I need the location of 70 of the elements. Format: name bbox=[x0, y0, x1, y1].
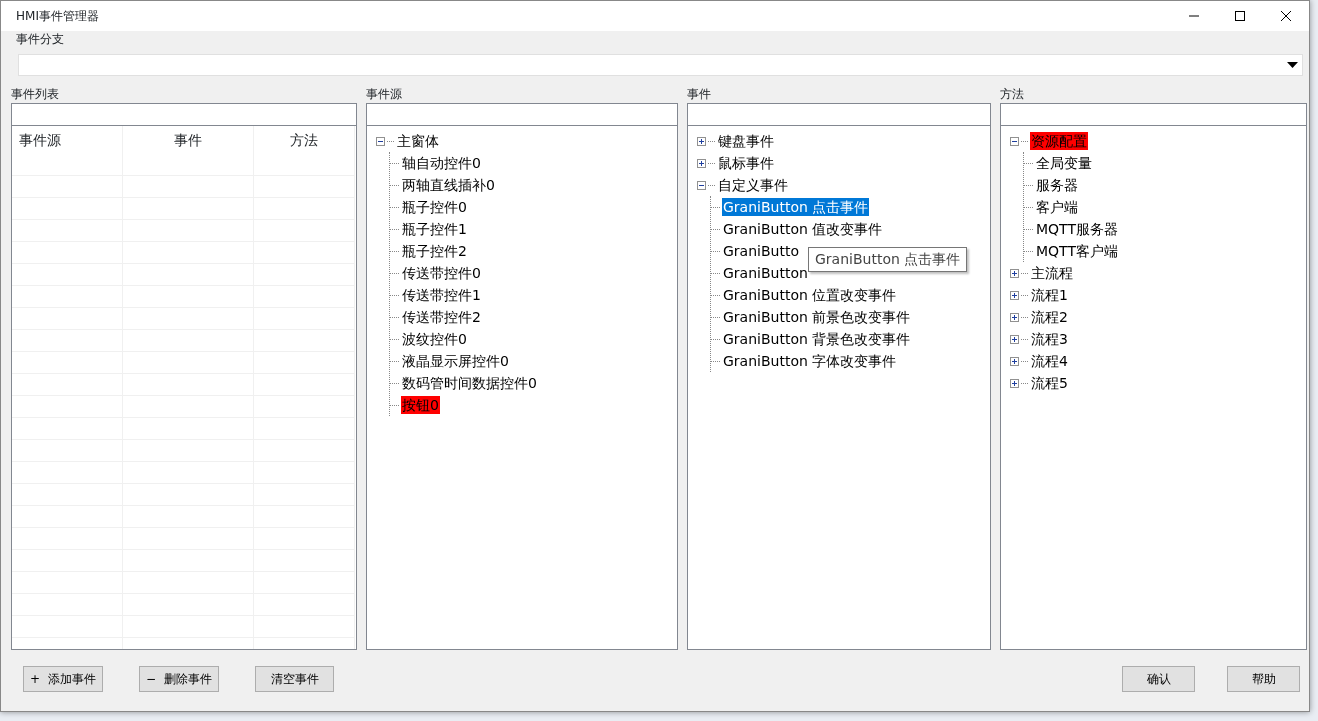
expand-icon[interactable] bbox=[697, 136, 706, 146]
window-title: HMI事件管理器 bbox=[16, 8, 99, 25]
maximize-icon bbox=[1235, 11, 1245, 21]
filter-field[interactable] bbox=[687, 103, 991, 126]
tree-item[interactable]: 数码管时间数据控件0 bbox=[401, 374, 538, 392]
tree-item[interactable]: 传送带控件0 bbox=[401, 264, 482, 282]
collapse-icon[interactable] bbox=[376, 136, 385, 146]
tree-item[interactable]: 流程5 bbox=[1030, 374, 1069, 392]
action-button[interactable]: + 添加事件 bbox=[23, 666, 104, 692]
tree-item[interactable]: 流程4 bbox=[1030, 352, 1069, 370]
tree-item[interactable]: 两轴直线插补0 bbox=[401, 176, 496, 194]
tree-item[interactable]: 全局变量 bbox=[1035, 154, 1093, 172]
tree-item[interactable]: 瓶子控件0 bbox=[401, 198, 468, 216]
tree-item[interactable]: 按钮0 bbox=[401, 396, 440, 414]
column-header[interactable]: 事件源 bbox=[12, 126, 123, 154]
filter-field[interactable] bbox=[1000, 103, 1307, 126]
tooltip: GraniButton 点击事件 bbox=[808, 247, 968, 272]
action-button[interactable]: − 删除事件 bbox=[139, 666, 220, 692]
tree-item[interactable]: 瓶子控件1 bbox=[401, 220, 468, 238]
tree-item[interactable]: 主流程 bbox=[1030, 264, 1074, 282]
tree-item[interactable]: 轴自动控件0 bbox=[401, 154, 482, 172]
tree-item[interactable]: GraniButton bbox=[722, 264, 809, 282]
tree-item[interactable]: GraniButto bbox=[722, 242, 800, 260]
tree-item[interactable]: 服务器 bbox=[1035, 176, 1079, 194]
tree-item[interactable]: 鼠标事件 bbox=[717, 154, 775, 172]
expand-icon[interactable] bbox=[1010, 268, 1019, 278]
group-label: 事件分支 bbox=[16, 32, 64, 46]
tree-item[interactable]: GraniButton 背景色改变事件 bbox=[722, 330, 912, 348]
group-label: 事件列表 bbox=[11, 87, 59, 101]
tree-item[interactable]: 波纹控件0 bbox=[401, 330, 468, 348]
tree-item[interactable]: 瓶子控件2 bbox=[401, 242, 468, 260]
expand-icon[interactable] bbox=[1010, 356, 1019, 366]
tree-item[interactable]: GraniButton 位置改变事件 bbox=[722, 286, 898, 304]
expand-icon[interactable] bbox=[1010, 378, 1019, 388]
collapse-icon[interactable] bbox=[697, 180, 706, 190]
close-icon bbox=[1281, 11, 1291, 21]
collapse-icon[interactable] bbox=[1010, 136, 1019, 146]
action-button[interactable]: 帮助 bbox=[1227, 666, 1300, 692]
tree-item[interactable]: 资源配置 bbox=[1030, 132, 1088, 150]
tree-item[interactable]: 自定义事件 bbox=[717, 176, 789, 194]
tree-item[interactable]: 流程2 bbox=[1030, 308, 1069, 326]
tree-item[interactable]: GraniButton 前景色改变事件 bbox=[722, 308, 912, 326]
tree-item[interactable]: GraniButton 点击事件 bbox=[722, 198, 870, 216]
group-label: 事件源 bbox=[366, 87, 402, 101]
tree-item[interactable]: 流程1 bbox=[1030, 286, 1069, 304]
expand-icon[interactable] bbox=[1010, 334, 1019, 344]
action-button[interactable]: 清空事件 bbox=[255, 666, 335, 692]
expand-icon[interactable] bbox=[1010, 290, 1019, 300]
dropdown-field[interactable] bbox=[18, 54, 1303, 76]
group-label: 事件 bbox=[687, 87, 711, 101]
filter-field[interactable] bbox=[366, 103, 678, 126]
tree-item[interactable]: 传送带控件1 bbox=[401, 286, 482, 304]
tree-item[interactable]: 传送带控件2 bbox=[401, 308, 482, 326]
filter-field[interactable] bbox=[11, 103, 357, 126]
tree-item[interactable]: GraniButton 值改变事件 bbox=[722, 220, 884, 238]
tree-item[interactable]: 键盘事件 bbox=[717, 132, 775, 150]
column-header[interactable]: 方法 bbox=[254, 126, 355, 154]
dropdown-arrow-icon bbox=[1287, 62, 1298, 68]
expand-icon[interactable] bbox=[1010, 312, 1019, 322]
tree-item[interactable]: MQTT客户端 bbox=[1035, 242, 1119, 260]
tree-item[interactable]: 液晶显示屏控件0 bbox=[401, 352, 510, 370]
tree-item[interactable]: 主窗体 bbox=[396, 132, 440, 150]
tree-item[interactable]: MQTT服务器 bbox=[1035, 220, 1119, 238]
tree-item[interactable]: GraniButton 字体改变事件 bbox=[722, 352, 898, 370]
tree-item[interactable]: 客户端 bbox=[1035, 198, 1079, 216]
column-header[interactable]: 事件 bbox=[123, 126, 254, 154]
tree-item[interactable]: 流程3 bbox=[1030, 330, 1069, 348]
group-label: 方法 bbox=[1000, 87, 1024, 101]
expand-icon[interactable] bbox=[697, 158, 706, 168]
action-button[interactable]: 确认 bbox=[1122, 666, 1195, 692]
